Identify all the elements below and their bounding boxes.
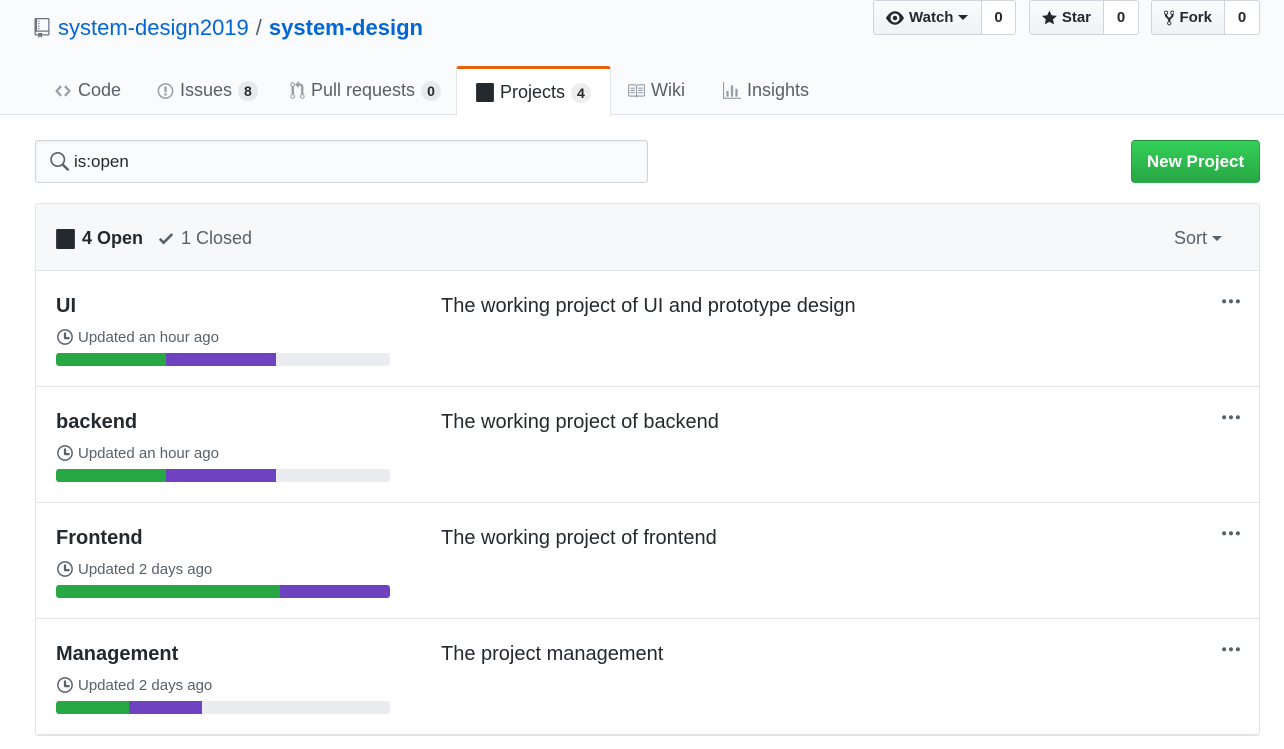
tab-projects[interactable]: Projects 4 xyxy=(456,66,611,116)
tab-code-label: Code xyxy=(78,80,122,100)
project-description: The working project of UI and prototype … xyxy=(441,295,856,317)
project-progress-bar xyxy=(56,701,390,714)
issue-opened-icon xyxy=(157,82,174,99)
pull-requests-counter: 0 xyxy=(421,80,441,101)
star-icon xyxy=(1042,10,1057,24)
progress-done-segment xyxy=(56,353,166,366)
chevron-down-icon xyxy=(958,15,969,20)
kebab-horizontal-icon[interactable] xyxy=(1222,407,1240,429)
repo-separator: / xyxy=(255,15,262,40)
search-icon xyxy=(50,152,69,171)
closed-projects-filter[interactable]: 1 Closed xyxy=(158,228,252,249)
open-count-label: 4 Open xyxy=(82,228,144,248)
tab-wiki-label: Wiki xyxy=(651,80,685,100)
project-updated-label: Updated an hour ago xyxy=(78,328,219,346)
repo-header: system-design2019 / system-design Watch … xyxy=(0,0,1284,116)
fork-button[interactable]: Fork xyxy=(1151,0,1225,35)
tab-wiki[interactable]: Wiki xyxy=(627,66,685,115)
project-row: UI Updated an hour ago The working proje… xyxy=(36,271,1259,387)
repo-owner-link[interactable]: system-design2019 xyxy=(58,15,249,41)
tab-insights[interactable]: Insights xyxy=(723,66,809,115)
progress-in-progress-segment xyxy=(129,701,202,714)
progress-done-segment xyxy=(56,701,129,714)
clock-icon xyxy=(57,677,73,693)
project-progress-bar xyxy=(56,585,390,598)
repo-name-link[interactable]: system-design xyxy=(269,15,423,41)
kebab-horizontal-icon[interactable] xyxy=(1222,523,1240,545)
project-name-link[interactable]: Frontend xyxy=(56,527,143,550)
clock-icon xyxy=(57,445,73,461)
project-description: The working project of frontend xyxy=(441,527,717,549)
eye-icon xyxy=(886,10,904,25)
search-input[interactable] xyxy=(72,141,632,182)
project-name-link[interactable]: UI xyxy=(56,295,76,318)
kebab-horizontal-icon[interactable] xyxy=(1222,291,1240,313)
fork-label: Fork xyxy=(1179,9,1212,26)
project-progress-bar xyxy=(56,469,390,482)
project-updated: Updated an hour ago xyxy=(56,328,219,346)
watch-button[interactable]: Watch xyxy=(873,0,982,35)
kebab-horizontal-icon[interactable] xyxy=(1222,639,1240,661)
project-row: backend Updated an hour ago The working … xyxy=(36,387,1259,503)
code-icon xyxy=(55,84,71,97)
issues-counter: 8 xyxy=(238,80,258,101)
project-updated-label: Updated 2 days ago xyxy=(78,560,213,578)
book-icon xyxy=(628,83,645,98)
sort-label: Sort xyxy=(1174,228,1208,248)
project-updated: Updated 2 days ago xyxy=(56,560,212,578)
progress-done-segment xyxy=(56,469,166,482)
chevron-down-icon xyxy=(1212,236,1223,241)
project-updated: Updated 2 days ago xyxy=(56,676,212,694)
progress-in-progress-segment xyxy=(280,585,390,598)
clock-icon xyxy=(57,329,73,345)
watch-group: Watch 0 xyxy=(873,0,1016,35)
progress-in-progress-segment xyxy=(166,469,276,482)
project-updated: Updated an hour ago xyxy=(56,444,219,462)
sort-dropdown[interactable]: Sort xyxy=(1174,228,1223,249)
watch-label: Watch xyxy=(909,9,954,26)
progress-done-segment xyxy=(56,585,280,598)
project-description: The project management xyxy=(441,643,664,665)
watch-count[interactable]: 0 xyxy=(982,0,1016,35)
closed-count-label: 1 Closed xyxy=(181,228,253,248)
project-name-link[interactable]: backend xyxy=(56,411,137,434)
fork-count[interactable]: 0 xyxy=(1225,0,1260,35)
tab-pull-requests-label: Pull requests xyxy=(311,80,416,100)
tab-projects-label: Projects xyxy=(500,82,566,102)
tab-pull-requests[interactable]: Pull requests 0 xyxy=(290,66,441,115)
projects-counter: 4 xyxy=(571,82,591,103)
star-count[interactable]: 0 xyxy=(1104,0,1139,35)
project-updated-label: Updated 2 days ago xyxy=(78,676,213,694)
project-row: Frontend Updated 2 days ago The working … xyxy=(36,503,1259,619)
star-button[interactable]: Star xyxy=(1029,0,1104,35)
tab-issues-label: Issues xyxy=(180,80,233,100)
star-label: Star xyxy=(1061,9,1091,26)
project-search-field xyxy=(35,140,648,183)
project-name-link[interactable]: Management xyxy=(56,643,178,666)
tab-issues[interactable]: Issues 8 xyxy=(157,66,258,115)
fork-group: Fork 0 xyxy=(1151,0,1260,35)
new-project-button[interactable]: New Project xyxy=(1131,140,1260,183)
project-icon xyxy=(56,228,75,249)
project-row: Management Updated 2 days ago The projec… xyxy=(36,619,1259,735)
repo-icon xyxy=(34,18,50,38)
tab-code[interactable]: Code xyxy=(54,66,121,115)
git-pull-request-icon xyxy=(290,81,305,99)
project-description: The working project of backend xyxy=(441,411,719,433)
check-icon xyxy=(158,233,174,245)
repo-forked-icon xyxy=(1164,10,1175,25)
projects-list-header: 4 Open 1 Closed Sort xyxy=(36,204,1259,271)
clock-icon xyxy=(57,561,73,577)
project-icon xyxy=(476,83,494,102)
project-updated-label: Updated an hour ago xyxy=(78,444,219,462)
project-progress-bar xyxy=(56,353,390,366)
star-group: Star 0 xyxy=(1029,0,1139,35)
open-projects-filter[interactable]: 4 Open xyxy=(56,228,143,249)
graph-icon xyxy=(723,81,741,99)
progress-in-progress-segment xyxy=(166,353,276,366)
projects-list: 4 Open 1 Closed Sort UI Updated an hour … xyxy=(35,203,1260,736)
tab-insights-label: Insights xyxy=(747,80,810,100)
repo-title: system-design2019 / system-design xyxy=(34,13,423,43)
